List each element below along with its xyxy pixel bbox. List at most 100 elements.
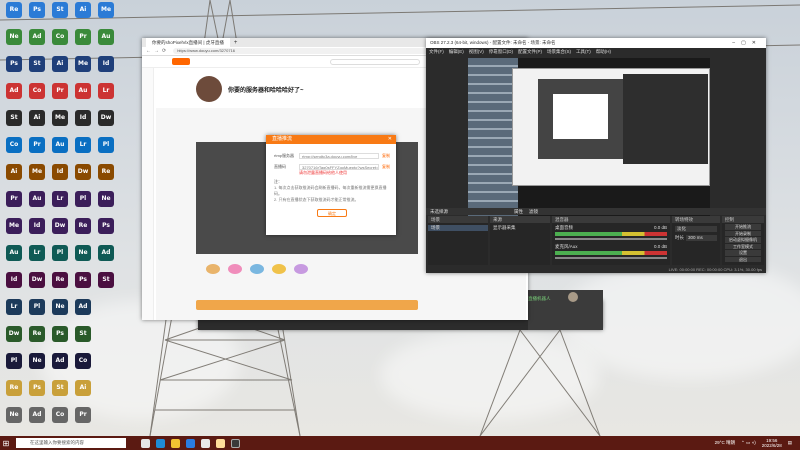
- desktop-icon[interactable]: Ps: [2, 56, 26, 82]
- desktop-icon[interactable]: Ad: [25, 29, 49, 55]
- source-item[interactable]: 显示器采集: [490, 225, 550, 231]
- desktop-icon[interactable]: Ps: [94, 218, 118, 244]
- desktop-icon[interactable]: Me: [48, 110, 72, 136]
- desktop-icon[interactable]: Ps: [48, 326, 72, 352]
- desktop-icon[interactable]: Ai: [2, 164, 26, 190]
- desktop-icon[interactable]: St: [48, 2, 72, 28]
- desktop-icon[interactable]: Pr: [2, 191, 26, 217]
- desktop-icon[interactable]: Ne: [94, 191, 118, 217]
- desktop-icon[interactable]: Dw: [94, 110, 118, 136]
- desktop-icon[interactable]: Me: [94, 2, 118, 28]
- volume-slider[interactable]: [555, 238, 667, 240]
- obs-menu-item[interactable]: 停靠窗口(D): [489, 48, 513, 55]
- desktop-icon[interactable]: Ne: [25, 353, 49, 379]
- nav-arrows-icon[interactable]: ←→⟳: [146, 48, 169, 54]
- edge-icon[interactable]: [156, 438, 165, 448]
- desktop-icon[interactable]: Dw: [2, 326, 26, 352]
- desktop-icon[interactable]: Au: [48, 137, 72, 163]
- obs-window[interactable]: OBS 27.2.3 (64-bit, windows) - 配置文件: 未命名…: [426, 38, 766, 273]
- desktop-icon[interactable]: Lr: [25, 245, 49, 271]
- desktop-icon[interactable]: Au: [71, 83, 95, 109]
- desktop-icon[interactable]: Ai: [71, 2, 95, 28]
- desktop-icon[interactable]: Me: [71, 56, 95, 82]
- desktop-icon[interactable]: Co: [71, 353, 95, 379]
- desktop-icon[interactable]: Id: [25, 218, 49, 244]
- banner-ad[interactable]: [196, 300, 418, 310]
- desktop-icon[interactable]: Me: [2, 218, 26, 244]
- desktop-icon[interactable]: Lr: [94, 83, 118, 109]
- desktop-icon[interactable]: Re: [25, 326, 49, 352]
- desktop-icon[interactable]: St: [2, 110, 26, 136]
- desktop-icon[interactable]: Id: [71, 110, 95, 136]
- obs-menu-item[interactable]: 场景集合(S): [547, 48, 571, 55]
- desktop-icon[interactable]: Ne: [2, 407, 26, 433]
- desktop-icon[interactable]: Ps: [71, 272, 95, 298]
- desktop-icon[interactable]: Co: [48, 407, 72, 433]
- desktop-icon[interactable]: Pl: [94, 137, 118, 163]
- desktop-icon[interactable]: Co: [2, 137, 26, 163]
- obs-control-button[interactable]: 设置: [725, 250, 761, 256]
- obs-preview[interactable]: [468, 58, 710, 216]
- transition-select[interactable]: 淡化: [675, 226, 717, 232]
- desktop-icon[interactable]: Ai: [25, 110, 49, 136]
- explorer-icon[interactable]: [171, 438, 180, 448]
- desktop-icon[interactable]: Re: [71, 218, 95, 244]
- copy-server-button[interactable]: 复制: [382, 153, 390, 159]
- desktop-icon[interactable]: Ai: [71, 380, 95, 406]
- obs-control-button[interactable]: 开始录制: [725, 230, 761, 236]
- desktop-icon[interactable]: Co: [25, 83, 49, 109]
- desktop-icon[interactable]: Ne: [71, 245, 95, 271]
- obs-control-button[interactable]: 开始推流: [725, 224, 761, 230]
- desktop-icon[interactable]: St: [48, 380, 72, 406]
- desktop-icon[interactable]: Re: [48, 272, 72, 298]
- desktop-icon[interactable]: Ad: [25, 407, 49, 433]
- desktop-icon[interactable]: Id: [2, 272, 26, 298]
- desktop-icon[interactable]: Lr: [2, 299, 26, 325]
- desktop-icon[interactable]: St: [94, 272, 118, 298]
- desktop-icon[interactable]: Pl: [48, 245, 72, 271]
- browser-tab[interactable]: 你要的shoPixelVix直播间 | 虎牙直播: [146, 38, 230, 47]
- confirm-button[interactable]: 确定: [317, 209, 347, 217]
- notes-icon[interactable]: [216, 438, 225, 448]
- obs-menu-item[interactable]: 帮助(H): [596, 48, 611, 55]
- duration-input[interactable]: 300 ms: [686, 235, 717, 241]
- desktop-icon[interactable]: Dw: [71, 164, 95, 190]
- server-field[interactable]: rtmp://sendtc3a.douyu.com/live: [299, 153, 379, 159]
- notification-icon[interactable]: ▤: [788, 440, 792, 446]
- filters-button[interactable]: 滤镜: [529, 208, 538, 215]
- desktop-icon[interactable]: Ne: [48, 299, 72, 325]
- desktop-icon[interactable]: Id: [94, 56, 118, 82]
- properties-button[interactable]: 属性: [514, 208, 523, 215]
- desktop-icon[interactable]: Lr: [71, 137, 95, 163]
- desktop-icon[interactable]: Ad: [94, 245, 118, 271]
- desktop-icon[interactable]: Id: [48, 164, 72, 190]
- site-search-input[interactable]: [330, 58, 420, 65]
- desktop-icon[interactable]: Re: [2, 2, 26, 28]
- desktop-icon[interactable]: Pr: [71, 29, 95, 55]
- obs-control-button[interactable]: 退出: [725, 256, 761, 262]
- desktop-icon[interactable]: Pl: [2, 353, 26, 379]
- desktop-icon[interactable]: Au: [25, 191, 49, 217]
- obs-menu-item[interactable]: 编辑(E): [449, 48, 464, 55]
- task-view-icon[interactable]: [141, 438, 150, 448]
- obs-menu-item[interactable]: 视图(V): [469, 48, 484, 55]
- douyu-icon[interactable]: [201, 438, 210, 448]
- tray-icons[interactable]: ⌃ ▭ ◖): [741, 440, 756, 446]
- taskbar-search[interactable]: 在这里输入你要搜索的内容: [16, 438, 126, 448]
- desktop-icon[interactable]: Pl: [71, 191, 95, 217]
- desktop-icon[interactable]: Pr: [25, 137, 49, 163]
- obs-menu-item[interactable]: 配置文件(P): [518, 48, 542, 55]
- desktop-icon[interactable]: St: [71, 326, 95, 352]
- desktop-icon[interactable]: Pr: [71, 407, 95, 433]
- desktop-icon[interactable]: Re: [94, 164, 118, 190]
- copy-key-button[interactable]: 复制: [382, 164, 390, 170]
- store-icon[interactable]: [186, 438, 195, 448]
- desktop-icon[interactable]: Ad: [48, 353, 72, 379]
- desktop-icon[interactable]: Ps: [25, 380, 49, 406]
- desktop-icon[interactable]: Ps: [25, 2, 49, 28]
- new-tab-icon[interactable]: +: [234, 40, 238, 46]
- obs-control-button[interactable]: 启动虚拟摄像机: [725, 237, 761, 243]
- obs-menu-item[interactable]: 工具(T): [576, 48, 591, 55]
- obs-icon[interactable]: [231, 438, 240, 448]
- windows-start-icon[interactable]: ⊞: [0, 436, 12, 450]
